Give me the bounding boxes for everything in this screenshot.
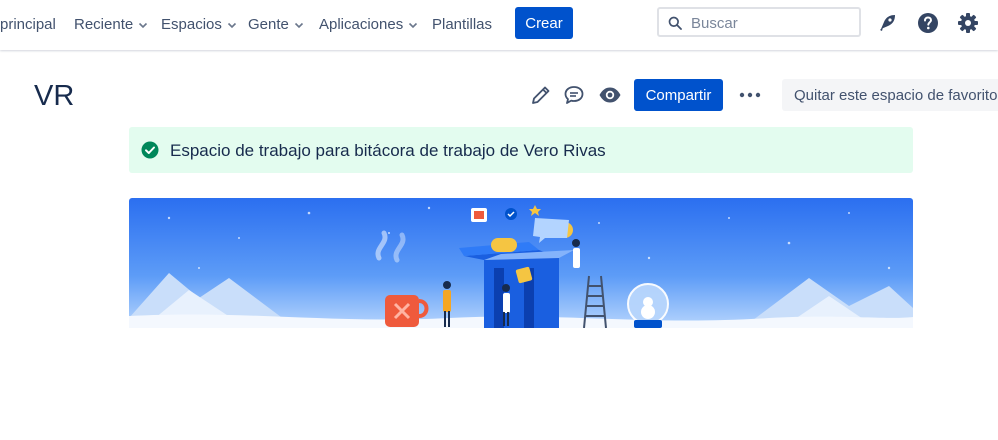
nav-item-spaces[interactable]: Espacios [161, 16, 238, 33]
winter-scene-illustration [129, 198, 913, 328]
settings-gear-icon[interactable] [957, 12, 979, 34]
more-icon [739, 92, 761, 98]
chevron-down-icon [409, 22, 418, 28]
help-icon[interactable] [917, 12, 939, 34]
check-circle-icon [141, 141, 159, 159]
info-message: Espacio de trabajo para bitácora de trab… [170, 141, 606, 160]
share-button[interactable]: Compartir [634, 79, 723, 111]
chevron-down-icon [294, 22, 303, 28]
more-actions-button[interactable] [735, 81, 765, 109]
nav-item-home[interactable]: principal [0, 16, 56, 33]
search-box[interactable] [657, 7, 861, 37]
eye-icon[interactable] [598, 84, 622, 106]
nav-item-people[interactable]: Gente [248, 16, 305, 33]
comment-icon[interactable] [563, 84, 585, 106]
search-icon [668, 16, 682, 30]
top-navigation: principal Reciente Espacios Gente Aplica… [0, 0, 998, 50]
search-input[interactable] [689, 12, 859, 34]
nav-item-label: Reciente [74, 16, 134, 33]
nav-item-label: Espacios [161, 16, 222, 33]
space-banner-illustration [129, 198, 913, 328]
nav-item-label: Aplicaciones [319, 16, 404, 33]
notifications-rocket-icon[interactable] [876, 12, 898, 34]
chevron-down-icon [227, 22, 236, 28]
nav-item-templates[interactable]: Plantillas [432, 16, 492, 33]
info-panel: Espacio de trabajo para bitácora de trab… [129, 127, 913, 173]
chevron-down-icon [139, 22, 148, 28]
nav-item-label: Plantillas [432, 16, 493, 33]
nav-item-label: Gente [248, 16, 289, 33]
nav-item-label: principal [0, 16, 56, 33]
create-button[interactable]: Crear [515, 7, 573, 39]
space-title: VR [34, 80, 75, 112]
nav-item-apps[interactable]: Aplicaciones [319, 16, 419, 33]
nav-item-recent[interactable]: Reciente [74, 16, 149, 33]
unfavorite-space-button[interactable]: Quitar este espacio de favoritos [782, 79, 998, 111]
pencil-icon[interactable] [530, 84, 552, 106]
